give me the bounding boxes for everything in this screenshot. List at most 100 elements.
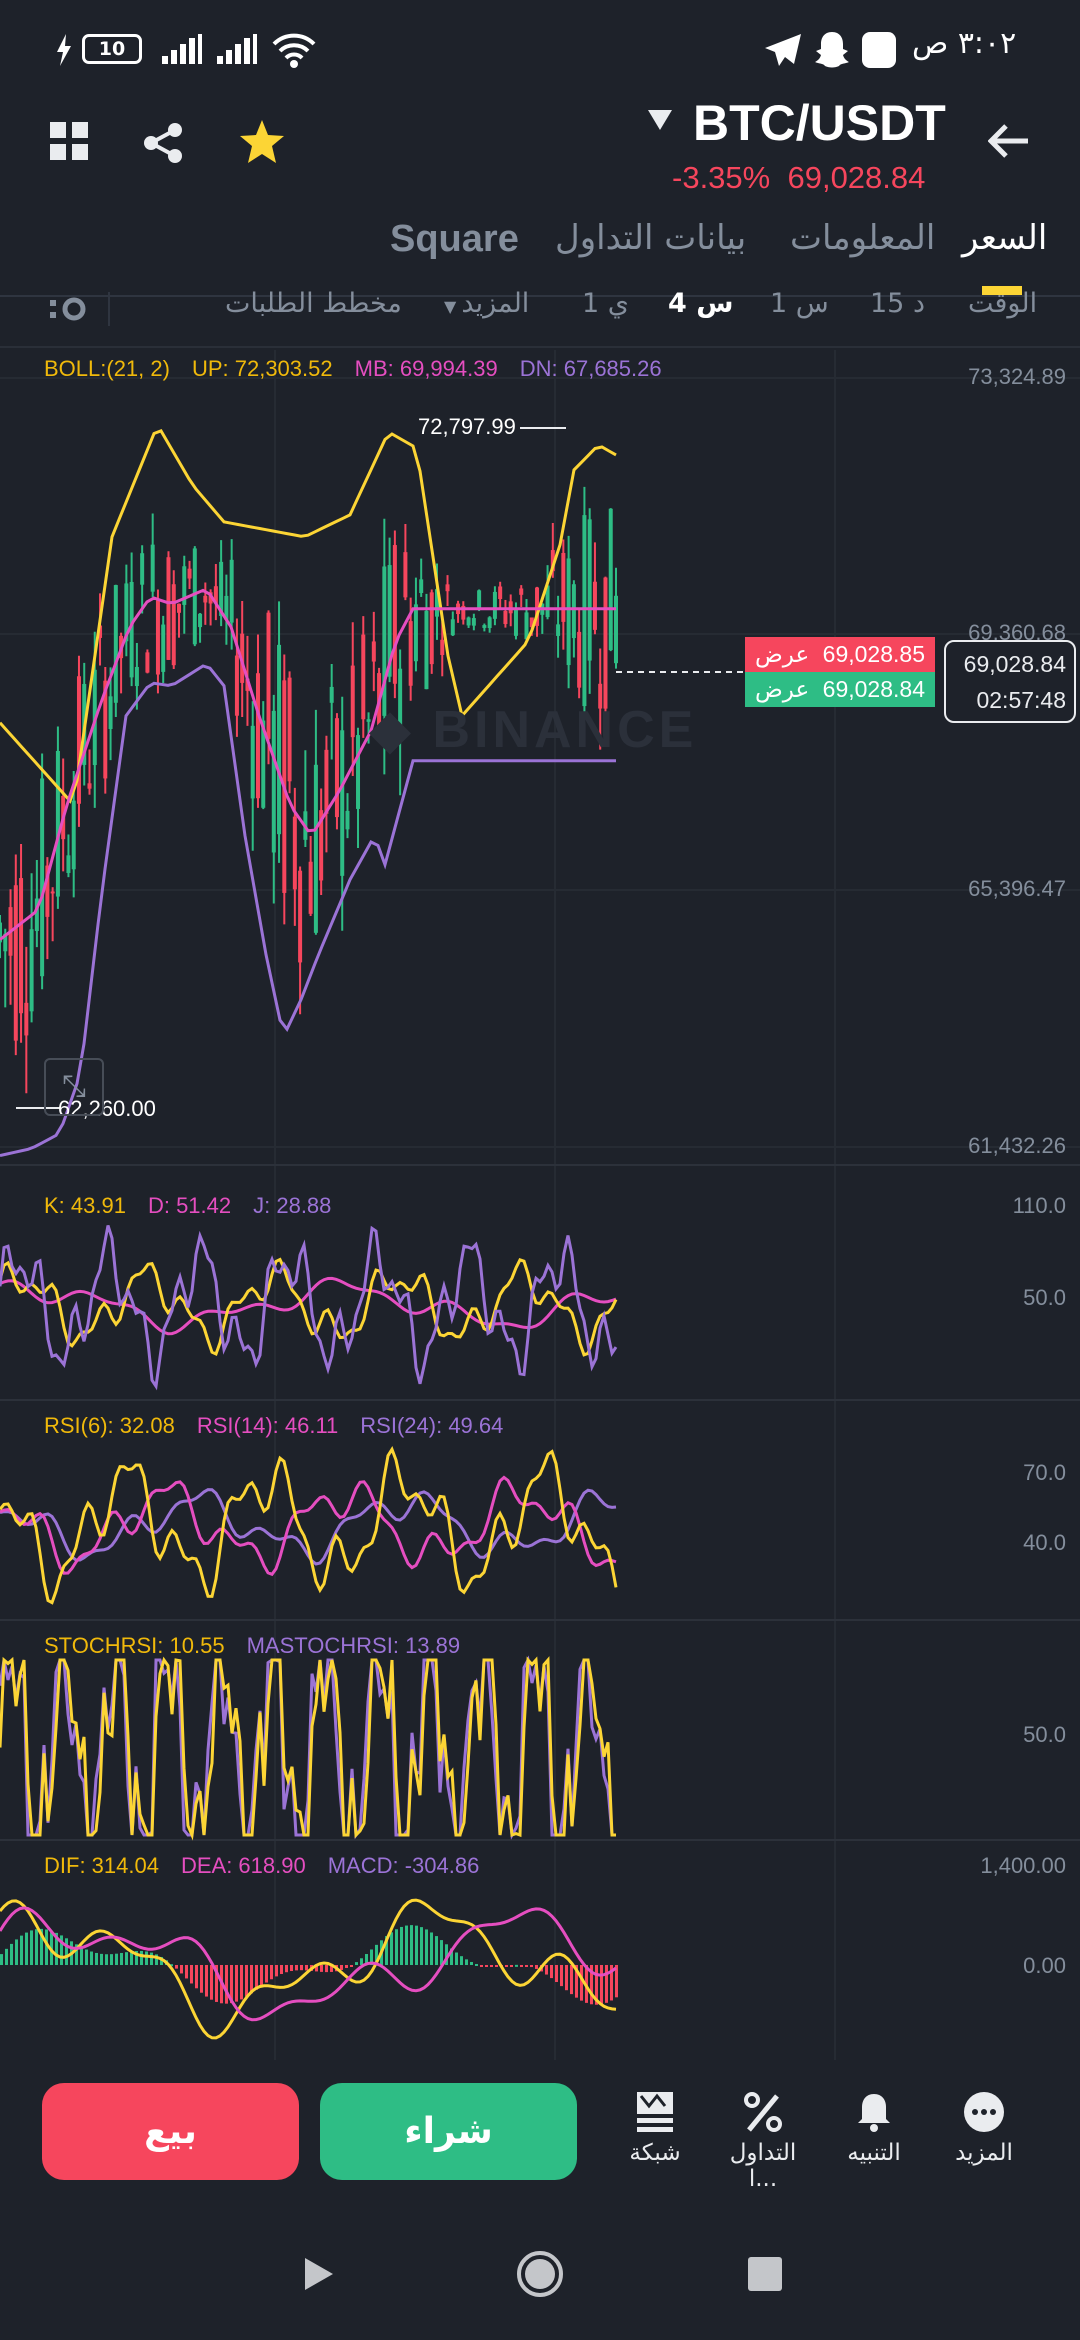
candle-body	[603, 577, 608, 709]
macd-histogram-bar	[95, 1952, 98, 1965]
macd-histogram-bar	[350, 1965, 353, 1967]
macd-histogram-bar	[565, 1965, 568, 1991]
macd-histogram-bar	[440, 1940, 443, 1965]
macd-histogram-bar	[345, 1965, 348, 1969]
candle-body	[371, 641, 376, 662]
macd-histogram-bar	[105, 1954, 108, 1965]
ask-price-tag: عرض 69,028.85	[745, 637, 935, 672]
kdj-d: D: 51.42	[147, 1193, 232, 1218]
reset-zoom-button[interactable]: ⤡	[44, 1058, 104, 1116]
watermark-text: BINANCE	[432, 701, 698, 759]
margin-trading-button[interactable]: التداول ا...	[713, 2092, 813, 2192]
rsi-axis-label: 40.0	[1023, 1530, 1066, 1555]
macd-histogram-bar	[420, 1927, 423, 1965]
candle-body	[561, 552, 566, 622]
macd-histogram-bar	[120, 1952, 123, 1965]
price-chart[interactable]	[0, 0, 1080, 2070]
price-axis-label: 61,432.26	[968, 1133, 1066, 1158]
candle-body	[140, 553, 145, 585]
candle-body	[76, 676, 81, 804]
macd-histogram-bar	[85, 1949, 88, 1965]
candle-body	[356, 735, 361, 809]
macd-histogram-bar	[505, 1965, 508, 1967]
macd-histogram-bar	[10, 1943, 13, 1965]
rsi6-line	[0, 1446, 618, 1605]
candle-body	[166, 557, 171, 660]
candle-body	[566, 558, 571, 666]
candle-body	[503, 610, 508, 625]
candle-body	[298, 870, 303, 963]
grid-label: شبكة	[629, 2140, 681, 2166]
macd-histogram-bar	[485, 1965, 488, 1967]
macd-histogram-bar	[245, 1965, 248, 1997]
candle-body	[577, 631, 582, 688]
macd-histogram-bar	[295, 1965, 298, 1971]
macd-histogram-bar	[270, 1965, 273, 1980]
candle-body	[229, 559, 234, 623]
macd-histogram-bar	[290, 1965, 293, 1972]
more-button[interactable]: المزيد	[934, 2092, 1034, 2166]
candle-body	[424, 610, 429, 690]
macd-axis-label: 0.00	[1023, 1953, 1066, 1978]
kdj-axis-label: 110.0	[1012, 1193, 1066, 1218]
grid-trading-button[interactable]: شبكة	[605, 2092, 705, 2166]
candle-body	[71, 800, 76, 870]
candle-body	[419, 579, 424, 594]
bid-label: عرض	[755, 676, 810, 702]
macd-histogram-bar	[490, 1965, 493, 1967]
macd-histogram-bar	[355, 1962, 358, 1965]
macd-histogram-bar	[430, 1932, 433, 1965]
price-axis-label: 73,324.89	[968, 364, 1066, 389]
more-dots-icon	[964, 2092, 1004, 2132]
macd-histogram-bar	[195, 1965, 198, 1989]
buy-button[interactable]: شراء	[320, 2083, 577, 2180]
macd-histogram-bar	[305, 1965, 308, 1971]
rsi-axis-label: 70.0	[1023, 1460, 1066, 1485]
stochrsi-legend: STOCHRSI: 10.55 MASTOCHRSI: 13.89	[44, 1633, 482, 1659]
back-nav-icon[interactable]	[303, 2256, 335, 2292]
stochrsi-axis-label: 50.0	[1023, 1722, 1066, 1747]
kdj-axis-label: 50.0	[1023, 1285, 1066, 1310]
candle-body	[250, 725, 255, 799]
macd-histogram-bar	[415, 1925, 418, 1965]
candle-body	[87, 783, 92, 789]
macd-histogram-bar	[15, 1939, 18, 1965]
macd-histogram-bar	[525, 1965, 528, 1967]
candle-body	[313, 764, 318, 933]
candle-body	[608, 508, 613, 651]
sell-button[interactable]: بيع	[42, 2083, 299, 2180]
percent-icon	[744, 2092, 782, 2132]
candle-body	[587, 519, 592, 661]
macd-histogram-bar	[100, 1953, 103, 1965]
candle-body	[108, 696, 113, 730]
macd-histogram-bar	[325, 1965, 328, 1973]
last-price-value: 69,028.84	[963, 651, 1066, 677]
candle-body	[413, 604, 418, 662]
macd-histogram-bar	[125, 1952, 128, 1965]
macd-histogram-bar	[115, 1953, 118, 1965]
home-nav-icon[interactable]	[516, 2250, 564, 2298]
macd-histogram-bar	[555, 1965, 558, 1983]
alert-button[interactable]: التنبيه	[824, 2092, 924, 2166]
candle-body	[466, 617, 471, 626]
macd-histogram-bar	[560, 1965, 563, 1987]
candle-body	[477, 590, 482, 608]
candle-body	[382, 566, 387, 716]
candle-body	[50, 891, 55, 894]
candle-body	[487, 617, 492, 629]
candle-body	[392, 545, 397, 684]
trade-label: التداول ا...	[729, 2140, 797, 2192]
candle-body	[55, 750, 60, 897]
candle-body	[13, 885, 18, 1041]
rsi-legend: RSI(6): 32.08 RSI(14): 46.11 RSI(24): 49.6…	[44, 1413, 525, 1439]
candle-body	[198, 613, 203, 628]
macd-histogram-bar	[605, 1965, 608, 2003]
candle-body	[177, 603, 182, 613]
macd-histogram-bar	[340, 1965, 343, 1970]
macd-histogram-bar	[530, 1965, 533, 1968]
candle-body	[161, 624, 166, 672]
recents-nav-icon[interactable]	[748, 2257, 782, 2291]
candle-body	[287, 677, 292, 782]
candle-body	[277, 644, 282, 835]
bid-price-tag: عرض 69,028.84	[745, 672, 935, 707]
